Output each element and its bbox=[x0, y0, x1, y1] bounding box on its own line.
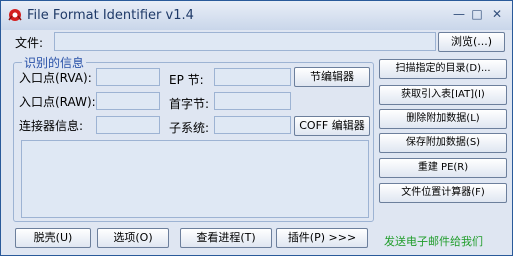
app-window: File Format Identifier v1.4 — □ ✕ 文件: 浏览… bbox=[0, 0, 513, 256]
file-label: 文件: bbox=[15, 36, 44, 50]
window-title: File Format Identifier v1.4 bbox=[27, 8, 194, 23]
subsystem-field[interactable] bbox=[214, 116, 291, 134]
save-overlay-button[interactable]: 保存附加数据(S) bbox=[379, 133, 507, 153]
rebuild-pe-button[interactable]: 重建 PE(R) bbox=[379, 158, 507, 178]
unpack-button[interactable]: 脱壳(U) bbox=[15, 228, 91, 248]
browse-button[interactable]: 浏览(...) bbox=[438, 32, 505, 52]
app-logo-icon bbox=[8, 9, 22, 21]
get-iat-button[interactable]: 获取引入表[IAT](I) bbox=[379, 85, 507, 105]
close-button[interactable]: ✕ bbox=[489, 7, 505, 21]
ep-section-field[interactable] bbox=[214, 68, 291, 86]
first-byte-field[interactable] bbox=[214, 92, 291, 110]
minimize-button[interactable]: — bbox=[451, 7, 467, 21]
rva-label: 入口点(RVA): bbox=[19, 71, 92, 85]
raw-label: 入口点(RAW): bbox=[19, 95, 96, 109]
rva-field[interactable] bbox=[96, 68, 160, 86]
linker-field[interactable] bbox=[96, 116, 160, 134]
remove-overlay-button[interactable]: 删除附加数据(L) bbox=[379, 109, 507, 129]
ep-section-label: EP 节: bbox=[169, 73, 204, 87]
info-output-area[interactable] bbox=[21, 140, 369, 218]
scan-directory-button[interactable]: 扫描指定的目录(D)... bbox=[379, 59, 507, 79]
subsystem-label: 子系统: bbox=[169, 121, 210, 135]
send-email-link[interactable]: 发送电子邮件给我们 bbox=[384, 233, 483, 249]
offset-calculator-button[interactable]: 文件位置计算器(F) bbox=[379, 183, 507, 203]
raw-field[interactable] bbox=[96, 92, 160, 110]
first-byte-label: 首字节: bbox=[169, 97, 210, 111]
file-path-input[interactable] bbox=[54, 32, 436, 51]
maximize-button[interactable]: □ bbox=[469, 7, 485, 21]
linker-label: 连接器信息: bbox=[19, 119, 84, 133]
options-button[interactable]: 选项(O) bbox=[97, 228, 169, 248]
coff-editor-button[interactable]: COFF 编辑器 bbox=[294, 116, 370, 136]
title-bar: File Format Identifier v1.4 — □ ✕ bbox=[1, 1, 512, 30]
plugins-button[interactable]: 插件(P) >>> bbox=[276, 228, 368, 248]
view-process-button[interactable]: 查看进程(T) bbox=[180, 228, 272, 248]
section-editor-button[interactable]: 节编辑器 bbox=[294, 67, 370, 87]
